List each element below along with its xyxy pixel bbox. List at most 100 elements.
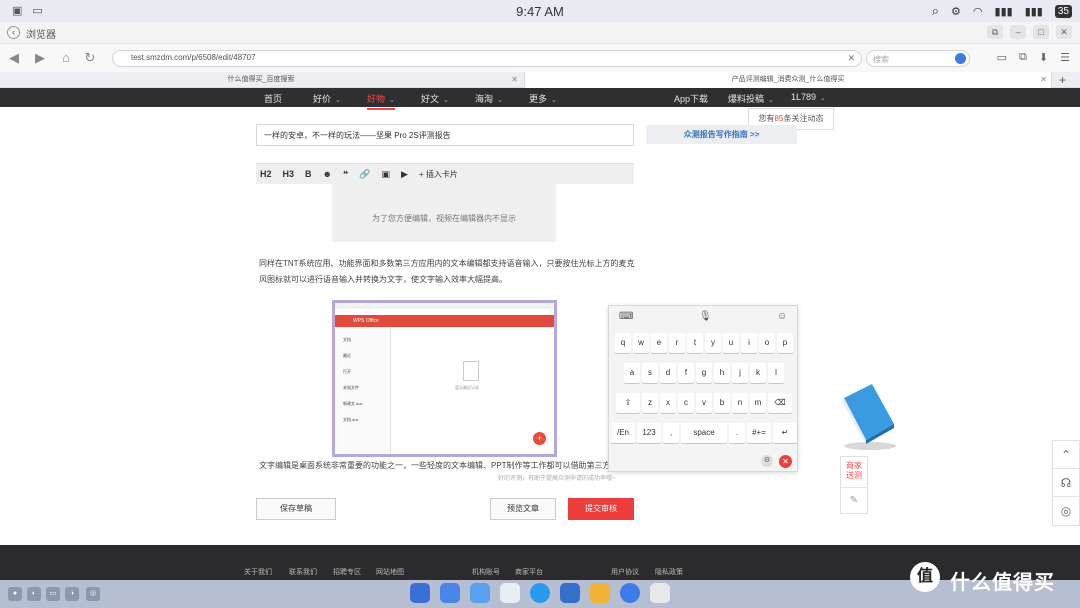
- dock-mini-icon[interactable]: ◎: [86, 587, 100, 601]
- window-maximize-button[interactable]: □: [1033, 25, 1049, 39]
- insert-card-button[interactable]: + 插入卡片: [419, 169, 458, 180]
- paragraph-voice-input[interactable]: 同样在TNT系统应用、功能界面和多数第三方应用内的文本编辑都支持语音输入，只要按…: [259, 256, 635, 288]
- nav-item-deals[interactable]: 好价 ⌄: [313, 92, 341, 105]
- enter-key[interactable]: ↵: [773, 423, 797, 443]
- menu-icon[interactable]: ☰: [1060, 51, 1070, 64]
- preview-button[interactable]: 预览文章: [490, 498, 556, 520]
- symbols-key[interactable]: #+=: [747, 423, 771, 443]
- app-back-icon[interactable]: ‹: [7, 26, 20, 39]
- tab-editor[interactable]: 产品评测编辑_消费众测_什么值得买 ✕: [524, 72, 1052, 88]
- key[interactable]: o: [759, 333, 775, 353]
- nav-item-submit[interactable]: 爆料投稿 ⌄: [728, 92, 774, 105]
- reload-icon[interactable]: ↻: [82, 50, 98, 66]
- bold-button[interactable]: B: [305, 169, 312, 179]
- key[interactable]: t: [687, 333, 703, 353]
- backspace-key[interactable]: ⌫: [768, 393, 792, 413]
- back-to-top-icon[interactable]: ⌃: [1053, 441, 1079, 469]
- edit-icon[interactable]: ✎: [841, 487, 867, 513]
- key[interactable]: f: [678, 363, 694, 383]
- writing-guide-link[interactable]: 众测报告写作指南 >>: [646, 125, 797, 144]
- period-key[interactable]: .: [729, 423, 745, 443]
- key[interactable]: r: [669, 333, 685, 353]
- dock-memo-icon[interactable]: [590, 583, 610, 603]
- voice-search-icon[interactable]: [955, 53, 966, 64]
- footer-link[interactable]: 机构账号: [472, 567, 500, 577]
- key[interactable]: v: [696, 393, 712, 413]
- tab-baidu[interactable]: 什么值得买_百度搜索 ✕: [0, 72, 522, 88]
- nav-item-user[interactable]: 1L789 ⌄: [791, 92, 826, 102]
- footer-link[interactable]: 用户协议: [611, 567, 639, 577]
- key[interactable]: s: [642, 363, 658, 383]
- search-input[interactable]: 搜索: [866, 50, 970, 67]
- key[interactable]: q: [615, 333, 631, 353]
- dock-settings-icon[interactable]: [500, 583, 520, 603]
- language-key[interactable]: /En: [611, 423, 635, 443]
- window-pip-button[interactable]: ⧉: [987, 25, 1003, 39]
- window-minimize-button[interactable]: –: [1010, 25, 1026, 39]
- merchant-trial-float[interactable]: 商家 送测 ✎: [840, 456, 868, 514]
- forward-icon[interactable]: ▶: [32, 50, 48, 66]
- dock-mini-icon[interactable]: ▭: [46, 587, 60, 601]
- key[interactable]: z: [642, 393, 658, 413]
- footer-link[interactable]: 隐私政策: [655, 567, 683, 577]
- emoji-icon[interactable]: ☻: [323, 169, 332, 179]
- nav-item-overseas[interactable]: 海淘 ⌄: [475, 92, 503, 105]
- tab-close-icon[interactable]: ✕: [1040, 72, 1047, 87]
- key[interactable]: m: [750, 393, 766, 413]
- microphone-icon[interactable]: 🎙: [699, 311, 712, 322]
- key[interactable]: e: [651, 333, 667, 353]
- dock-browser-icon[interactable]: [530, 583, 550, 603]
- key[interactable]: u: [723, 333, 739, 353]
- dock-notes-icon[interactable]: [560, 583, 580, 603]
- key[interactable]: y: [705, 333, 721, 353]
- key[interactable]: h: [714, 363, 730, 383]
- embedded-screenshot[interactable]: WPS Office 文档 最近 打开 未知文件 新建文.doc 文档.doc …: [332, 300, 557, 457]
- key[interactable]: g: [696, 363, 712, 383]
- dock-folder-icon[interactable]: [440, 583, 460, 603]
- tabs-icon[interactable]: ⧉: [1019, 51, 1027, 64]
- key[interactable]: k: [750, 363, 766, 383]
- key[interactable]: l: [768, 363, 784, 383]
- video-icon[interactable]: ▶: [401, 169, 408, 180]
- dock-mini-icon[interactable]: ◑: [65, 587, 79, 601]
- clear-url-icon[interactable]: ✕: [847, 53, 855, 64]
- keyboard-close-icon[interactable]: ✕: [779, 455, 792, 468]
- search-icon[interactable]: ⌕: [932, 3, 939, 19]
- nav-item-more[interactable]: 更多 ⌄: [529, 92, 557, 105]
- dock-trash-icon[interactable]: [650, 583, 670, 603]
- nav-item-home[interactable]: 首页: [264, 92, 282, 105]
- save-draft-button[interactable]: 保存草稿: [256, 498, 336, 520]
- key[interactable]: c: [678, 393, 694, 413]
- footer-link[interactable]: 网站地图: [376, 567, 404, 577]
- comma-key[interactable]: ,: [663, 423, 679, 443]
- submit-review-button[interactable]: 提交审核: [568, 498, 634, 520]
- image-icon[interactable]: ▣: [382, 169, 391, 180]
- new-tab-button[interactable]: +: [1059, 73, 1066, 87]
- key[interactable]: j: [732, 363, 748, 383]
- support-icon[interactable]: ☊: [1053, 469, 1079, 497]
- back-icon[interactable]: ◀: [6, 50, 22, 66]
- keyboard-switch-icon[interactable]: ⌨: [619, 311, 633, 322]
- address-bar[interactable]: test.smzdm.com/p/6508/edit/48707 ✕: [112, 50, 862, 67]
- settings-icon[interactable]: ⚙: [951, 5, 961, 18]
- article-title-input[interactable]: 一样的安卓，不一样的玩法——坚果 Pro 2S评测报告: [256, 124, 634, 146]
- key[interactable]: p: [777, 333, 793, 353]
- window-close-button[interactable]: ✕: [1056, 25, 1072, 39]
- key[interactable]: n: [732, 393, 748, 413]
- footer-link[interactable]: 联系我们: [289, 567, 317, 577]
- dock-mini-icon[interactable]: ◐: [27, 587, 41, 601]
- footer-link[interactable]: 商家平台: [515, 567, 543, 577]
- link-icon[interactable]: 🔗: [359, 169, 370, 180]
- tab-close-icon[interactable]: ✕: [511, 72, 518, 87]
- download-icon[interactable]: ⬇: [1039, 51, 1048, 64]
- h3-button[interactable]: H3: [283, 169, 295, 179]
- nav-item-app[interactable]: App下载: [674, 92, 708, 105]
- key[interactable]: x: [660, 393, 676, 413]
- key[interactable]: w: [633, 333, 649, 353]
- reader-icon[interactable]: ▭: [997, 51, 1007, 64]
- emoji-icon[interactable]: ☺: [777, 311, 787, 322]
- numbers-key[interactable]: 123: [637, 423, 661, 443]
- scan-icon[interactable]: ◎: [1053, 497, 1079, 525]
- quote-icon[interactable]: ❝: [343, 169, 348, 180]
- space-key[interactable]: space: [681, 423, 727, 443]
